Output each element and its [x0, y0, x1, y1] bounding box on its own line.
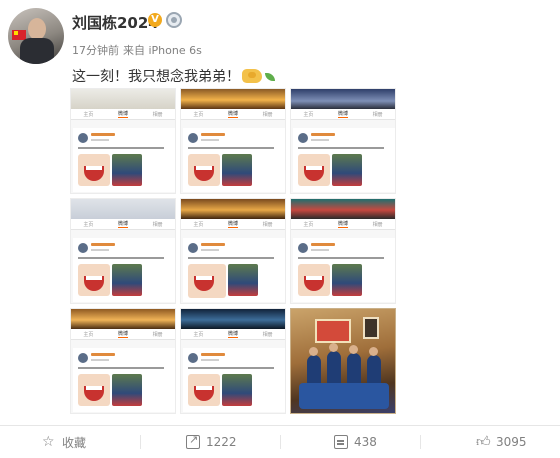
post-text-content: 这一刻！我只想念我弟弟！ [72, 69, 240, 85]
repost-icon [186, 433, 200, 449]
handshake-icon [242, 69, 262, 83]
username[interactable]: 刘国栋2024 [72, 12, 159, 33]
favorite-label: 收藏 [62, 435, 87, 450]
favorite-button[interactable]: ☆ 收藏 [42, 430, 86, 454]
thumbs-up-icon: 👍︎ [476, 434, 491, 450]
post-time[interactable]: 17分钟前 [72, 44, 119, 57]
image-thumbnail[interactable]: 主页 微博 相册 [70, 88, 176, 194]
post-text: 这一刻！我只想念我弟弟！ [72, 66, 275, 86]
image-thumbnail[interactable]: 主页 微博 相册 [70, 308, 176, 414]
comment-count: 438 [354, 435, 377, 449]
image-thumbnail[interactable]: 主页 微博 相册 [290, 198, 396, 304]
leaf-icon [265, 73, 275, 81]
comment-icon [334, 435, 348, 449]
medal-icon[interactable] [166, 12, 182, 28]
like-count: 3095 [496, 435, 527, 449]
image-thumbnail[interactable]: 主页 微博 相册 [180, 198, 286, 304]
verified-badge-icon: V [148, 13, 162, 27]
comment-button[interactable]: 438 [334, 430, 377, 454]
image-thumbnail[interactable]: 主页 微博 相册 [180, 308, 286, 414]
image-thumbnail[interactable]: 主页 微博 相册 [290, 88, 396, 194]
like-button[interactable]: 👍︎ 3095 [476, 430, 527, 454]
post-source: 来自 iPhone 6s [123, 44, 202, 57]
repost-button[interactable]: 1222 [186, 430, 237, 454]
image-thumbnail[interactable]: 主页 微博 相册 [180, 88, 286, 194]
weibo-post-card: 刘国栋2024 V 17分钟前 来自 iPhone 6s 这一刻！我只想念我弟弟！… [0, 0, 560, 458]
avatar[interactable] [8, 8, 64, 64]
star-icon: ☆ [42, 434, 55, 450]
image-thumbnail[interactable] [290, 308, 396, 414]
image-thumbnail[interactable]: 主页 微博 相册 [70, 198, 176, 304]
post-meta: 17分钟前 来自 iPhone 6s [72, 42, 202, 58]
action-bar-divider [0, 425, 560, 426]
repost-count: 1222 [206, 435, 237, 449]
